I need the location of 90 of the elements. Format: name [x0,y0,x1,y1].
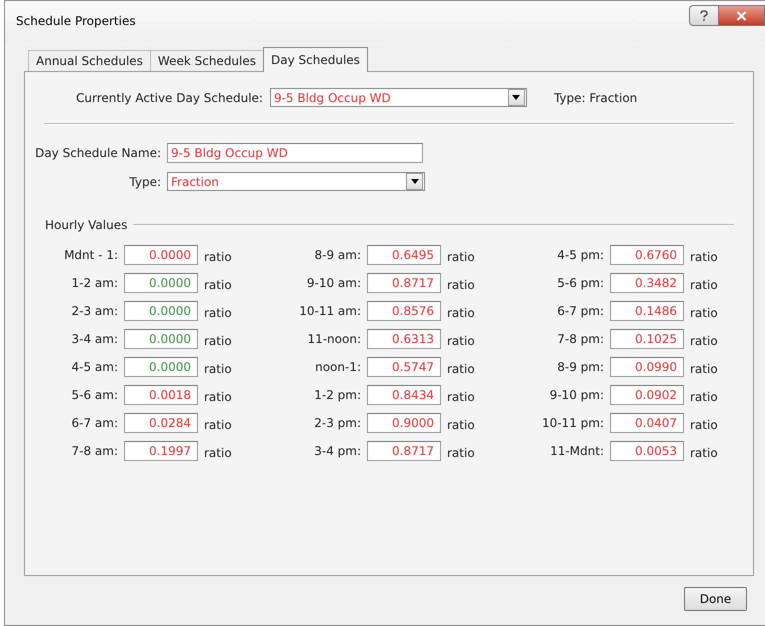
value-field[interactable]: 0.8576 [367,301,441,321]
unit-label: ratio [690,334,718,348]
group-title: Hourly Values [45,218,128,232]
hour-label: 3-4 am: [70,332,118,346]
value-field[interactable]: 0.1486 [610,301,684,321]
caret-icon [512,95,520,100]
hour-label: 9-10 pm: [548,388,604,402]
unit-label: ratio [204,278,232,292]
unit-label: ratio [447,446,475,460]
value-field[interactable]: 0.8717 [367,273,441,293]
hour-label: 11-noon: [306,332,361,346]
unit-label: ratio [204,362,232,376]
unit-label: ratio [690,418,718,432]
unit-label: ratio [690,390,718,404]
unit-label: ratio [204,390,232,404]
hour-label: 10-11 pm: [540,416,604,430]
value-field[interactable]: 0.6760 [610,245,684,265]
value-field[interactable]: 0.8717 [367,441,441,461]
value-field[interactable]: 0.1025 [610,329,684,349]
hour-label: 8-9 am: [314,248,361,262]
value-field[interactable]: 0.0000 [124,329,198,349]
value-field[interactable]: 0.0000 [124,273,198,293]
hour-label: 11-Mdnt: [549,444,604,458]
unit-label: ratio [447,362,475,376]
unit-label: ratio [204,418,232,432]
hour-label: 6-7 pm: [556,304,604,318]
window-title: Schedule Properties [16,14,136,28]
value-field[interactable]: 0.0000 [124,357,198,377]
unit-label: ratio [447,334,475,348]
field-label: Day Schedule Name: [34,146,161,160]
unit-label: ratio [447,250,475,264]
hour-label: 1-2 am: [70,276,118,290]
unit-label: ratio [204,306,232,320]
unit-label: ratio [690,446,718,460]
value-field[interactable]: 0.6313 [367,329,441,349]
tab[interactable]: Day Schedules [263,47,368,72]
hour-label: 3-4 pm: [313,444,361,458]
unit-label: ratio [690,362,718,376]
unit-label: ratio [447,390,475,404]
value-field[interactable]: 0.9000 [367,413,441,433]
value-field[interactable]: 0.0053 [610,441,684,461]
unit-label: ratio [204,446,232,460]
caret-icon [410,179,418,184]
value-field[interactable]: 0.6495 [367,245,441,265]
hour-label: 4-5 am: [70,360,118,374]
value-field[interactable]: 0.0018 [124,385,198,405]
unit-label: ratio [690,278,718,292]
hour-label: 1-2 pm: [313,388,361,402]
type-text: Type: Fraction [554,90,638,104]
name-field[interactable]: 9-5 Bldg Occup WD [167,143,423,163]
unit-label: ratio [204,250,232,264]
hour-label: 2-3 am: [70,304,118,318]
hour-label: 9-10 am: [306,276,361,290]
value-field[interactable]: 0.1997 [124,441,198,461]
value-field[interactable]: 0.3482 [610,273,684,293]
value-field[interactable]: 0.0284 [124,413,198,433]
hour-label: 7-8 pm: [556,332,604,346]
value-field[interactable]: 0.0000 [124,301,198,321]
hour-label: 7-8 am: [70,444,118,458]
hour-label: 10-11 am: [298,304,361,318]
unit-label: ratio [690,250,718,264]
hour-label: 5-6 pm: [556,276,604,290]
close-button[interactable] [719,5,765,26]
value-field[interactable]: 0.0990 [610,357,684,377]
hour-label: 6-7 am: [70,416,118,430]
unit-label: ratio [447,278,475,292]
close-icon [736,10,747,20]
unit-label: ratio [690,306,718,320]
help-button[interactable] [689,5,719,26]
value-field[interactable]: 0.0000 [124,245,198,265]
value-field[interactable]: 0.0902 [610,385,684,405]
value-field[interactable]: 0.8434 [367,385,441,405]
hour-label: 5-6 am: [70,388,118,402]
help-icon [699,10,709,22]
unit-label: ratio [447,418,475,432]
hour-label: Mdnt - 1: [63,248,118,262]
hour-label: 4-5 pm: [556,248,604,262]
field-label: Currently Active Day Schedule: [76,90,263,104]
schedule-dropdown[interactable]: 9-5 Bldg Occup WD [270,88,527,107]
done-button[interactable]: Done [684,587,747,611]
field-label: Type: [128,174,161,188]
type-dropdown[interactable]: Fraction [167,172,425,191]
hour-label: 8-9 pm: [556,360,604,374]
unit-label: ratio [447,306,475,320]
unit-label: ratio [204,334,232,348]
value-field[interactable]: 0.5747 [367,357,441,377]
hour-label: 2-3 pm: [313,416,361,430]
hour-label: noon-1: [314,360,361,374]
tab[interactable]: Annual Schedules [28,50,151,71]
value-field[interactable]: 0.0407 [610,413,684,433]
